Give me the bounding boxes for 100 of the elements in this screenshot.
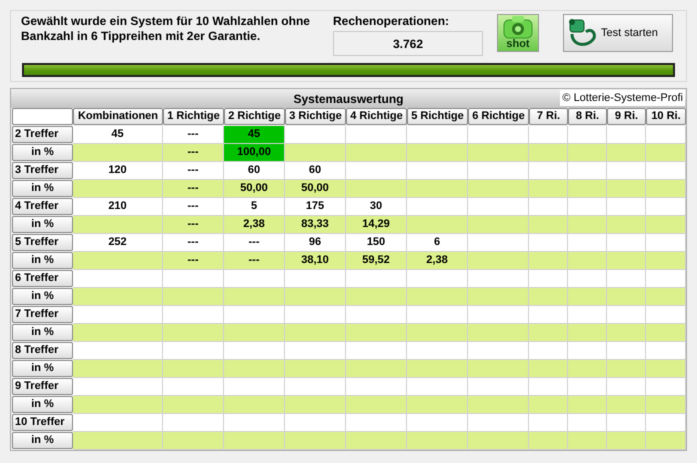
table-cell <box>529 288 568 306</box>
table-cell <box>568 180 607 198</box>
table-cell <box>346 432 407 450</box>
table-cell: 38,10 <box>285 252 346 270</box>
camera-icon <box>503 15 533 39</box>
table-cell <box>468 414 529 432</box>
table-cell <box>163 414 224 432</box>
table-cell <box>224 432 285 450</box>
table-cell <box>285 414 346 432</box>
table-cell: --- <box>163 252 224 270</box>
shot-button[interactable]: shot <box>497 14 539 52</box>
table-cell <box>468 126 529 144</box>
table-cell <box>468 180 529 198</box>
table-cell <box>568 414 607 432</box>
column-header: 1 Richtige <box>163 108 224 125</box>
table-cell <box>407 198 468 216</box>
table-cell <box>407 180 468 198</box>
table-cell <box>285 144 346 162</box>
column-header: 3 Richtige <box>285 108 346 125</box>
table-cell <box>468 234 529 252</box>
table-cell <box>407 216 468 234</box>
table-cell <box>407 378 468 396</box>
table-cell <box>646 198 686 216</box>
table-cell: --- <box>163 216 224 234</box>
table-cell <box>646 126 686 144</box>
table-cell: --- <box>163 198 224 216</box>
table-cell <box>529 270 568 288</box>
table-cell <box>607 216 646 234</box>
table-cell <box>529 414 568 432</box>
table-cell <box>285 432 346 450</box>
table-cell <box>224 324 285 342</box>
table-cell <box>568 216 607 234</box>
table-cell <box>607 180 646 198</box>
table-cell <box>646 360 686 378</box>
table-cell: --- <box>224 252 285 270</box>
table-cell <box>163 270 224 288</box>
table-cell: 50,00 <box>285 180 346 198</box>
table-cell <box>529 144 568 162</box>
table-cell: --- <box>224 234 285 252</box>
table-cell: 5 <box>224 198 285 216</box>
table-cell <box>607 126 646 144</box>
table-cell <box>407 144 468 162</box>
table-cell: 83,33 <box>285 216 346 234</box>
table-cell <box>224 396 285 414</box>
operations-label: Rechenoperationen: <box>333 14 450 28</box>
table-cell: --- <box>163 234 224 252</box>
table-cell: 100,00 <box>224 144 285 162</box>
table-cell <box>468 144 529 162</box>
table-cell <box>607 432 646 450</box>
table-cell: 210 <box>73 198 163 216</box>
row-header: in % <box>12 396 73 413</box>
table-cell <box>407 414 468 432</box>
table-cell <box>646 414 686 432</box>
table-cell: 45 <box>73 126 163 144</box>
row-header: 7 Treffer <box>12 306 73 323</box>
column-header: 8 Ri. <box>568 108 607 125</box>
table-cell <box>568 360 607 378</box>
table-cell <box>568 306 607 324</box>
table-cell <box>346 324 407 342</box>
table-cell <box>568 234 607 252</box>
table-cell <box>224 342 285 360</box>
table-cell: --- <box>163 180 224 198</box>
table-cell <box>346 306 407 324</box>
table-title: Systemauswertung <box>293 90 404 108</box>
table-cell <box>407 288 468 306</box>
table-cell <box>607 144 646 162</box>
table-cell <box>468 162 529 180</box>
table-cell <box>346 288 407 306</box>
table-cell <box>468 378 529 396</box>
table-cell <box>468 396 529 414</box>
table-cell <box>346 342 407 360</box>
table-cell: --- <box>163 126 224 144</box>
table-cell <box>346 180 407 198</box>
table-cell <box>529 234 568 252</box>
table-cell: 50,00 <box>224 180 285 198</box>
table-cell <box>646 378 686 396</box>
table-cell <box>646 180 686 198</box>
test-button[interactable]: Test starten <box>563 14 673 52</box>
table-cell <box>607 360 646 378</box>
table-cell <box>163 306 224 324</box>
table-cell <box>568 324 607 342</box>
table-cell <box>646 270 686 288</box>
table-cell <box>346 144 407 162</box>
table-cell <box>163 342 224 360</box>
table-cell <box>607 396 646 414</box>
table-cell <box>285 342 346 360</box>
table-cell <box>607 378 646 396</box>
table-cell <box>468 270 529 288</box>
table-cell <box>285 126 346 144</box>
column-header: 4 Richtige <box>346 108 407 125</box>
table-cell <box>646 216 686 234</box>
table-cell: 45 <box>224 126 285 144</box>
table-cell <box>468 252 529 270</box>
table-cell <box>346 360 407 378</box>
table-cell: 2,38 <box>407 252 468 270</box>
table-cell: 252 <box>73 234 163 252</box>
table-cell <box>529 180 568 198</box>
row-header: in % <box>12 180 73 197</box>
table-cell <box>607 162 646 180</box>
table-cell <box>468 198 529 216</box>
